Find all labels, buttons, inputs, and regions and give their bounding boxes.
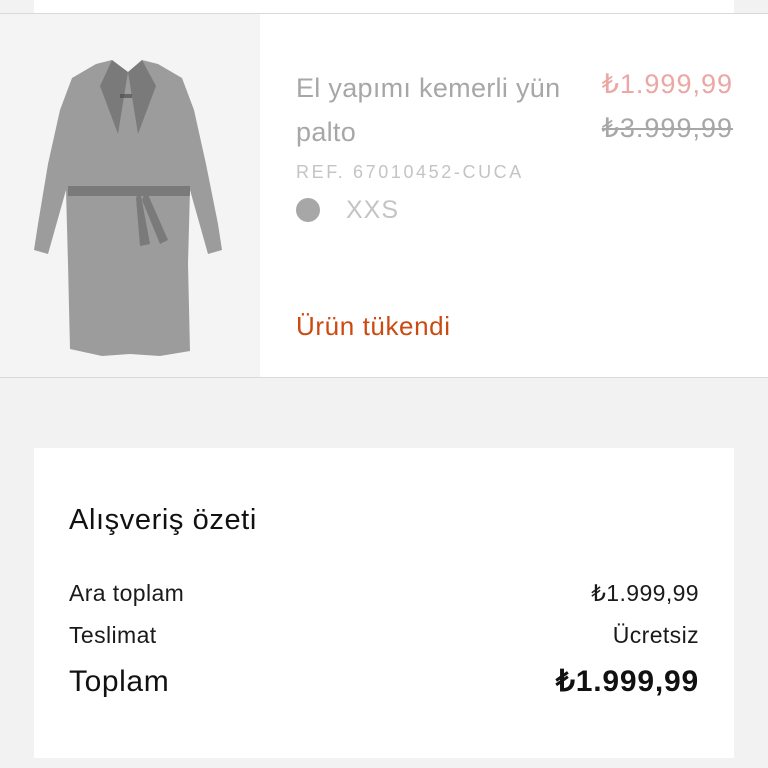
summary-title: Alışveriş özeti <box>69 504 257 536</box>
previous-card-edge <box>34 0 734 13</box>
shipping-value: Ücretsiz <box>612 622 699 648</box>
sale-price: ₺1.999,99 <box>601 69 733 99</box>
product-reference: REF. 67010452-CUCA <box>296 162 524 182</box>
divider <box>0 377 768 378</box>
order-summary-card: Alışveriş özeti Ara toplam ₺1.999,99 Tes… <box>34 448 734 758</box>
subtotal-label: Ara toplam <box>69 580 185 606</box>
cart-item-card: El yapımı kemerli yün palto ₺1.999,99 ₺3… <box>0 14 768 377</box>
color-swatch <box>296 198 320 222</box>
coat-image-icon <box>34 60 222 356</box>
product-name[interactable]: El yapımı kemerli yün palto <box>296 66 561 154</box>
out-of-stock-status: Ürün tükendi <box>296 311 451 341</box>
original-price: ₺3.999,99 <box>601 113 733 143</box>
shipping-label: Teslimat <box>69 622 157 648</box>
subtotal-value: ₺1.999,99 <box>591 580 699 606</box>
total-label: Toplam <box>69 665 170 698</box>
product-image[interactable] <box>0 14 260 377</box>
total-value: ₺1.999,99 <box>555 665 699 698</box>
size-label: XXS <box>346 196 400 224</box>
cart-page: El yapımı kemerli yün palto ₺1.999,99 ₺3… <box>0 0 768 768</box>
